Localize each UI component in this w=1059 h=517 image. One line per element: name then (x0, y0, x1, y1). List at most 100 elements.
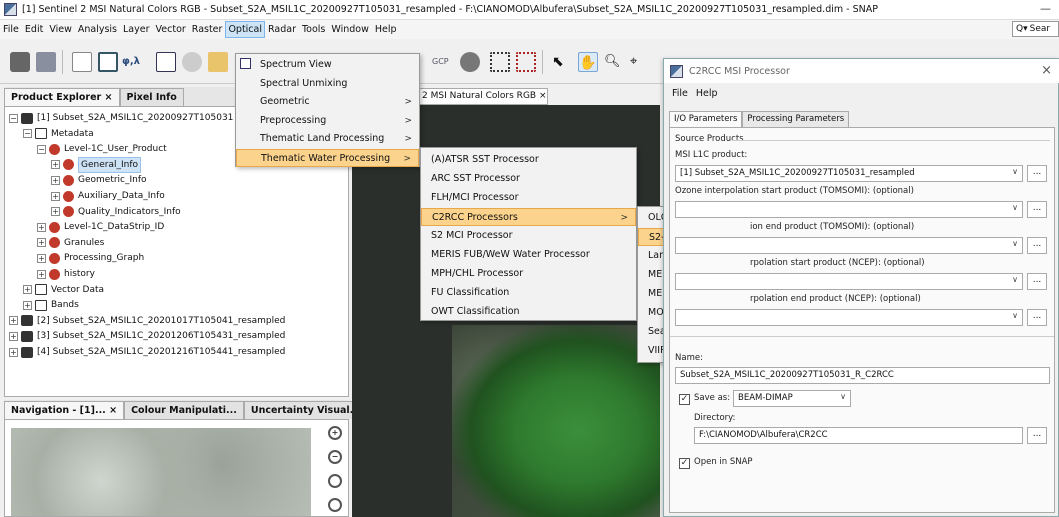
close-icon[interactable]: × (105, 92, 113, 103)
menu-item-mph-chl-processor[interactable]: MPH/CHL Processor (421, 265, 636, 283)
save-product-icon[interactable] (36, 52, 56, 72)
menu-raster[interactable]: Raster (189, 21, 226, 38)
select-tool-icon[interactable]: ⬉ (552, 52, 572, 72)
tab-pixel-info[interactable]: Pixel Info (119, 88, 184, 106)
expand-icon[interactable]: + (9, 347, 18, 357)
dialog-close-button[interactable]: × (1041, 63, 1052, 78)
menu-item-c2rcc-processors[interactable]: C2RCC Processors > (421, 208, 636, 226)
directory-field[interactable]: F:\CIANOMOD\Albufera\CR2CC (694, 427, 1023, 444)
menu-analysis[interactable]: Analysis (75, 21, 120, 38)
zoom-all-icon[interactable] (328, 474, 342, 488)
menu-item-flh-mci-processor[interactable]: FLH/MCI Processor (421, 189, 636, 207)
menu-item-spectrum-view[interactable]: Spectrum View (236, 56, 419, 74)
tab-product-explorer[interactable]: Product Explorer × (4, 88, 120, 106)
menu-layer[interactable]: Layer (120, 21, 153, 38)
satellite-image[interactable] (452, 325, 660, 517)
expand-icon[interactable]: + (51, 191, 60, 201)
menu-optical[interactable]: Optical (225, 21, 265, 38)
msi-product-browse-button[interactable]: ... (1027, 165, 1047, 182)
expand-icon[interactable]: + (23, 285, 32, 295)
statistics-icon[interactable] (208, 52, 228, 72)
tree-item[interactable]: + Geometric_Info (51, 173, 147, 187)
tree-item[interactable]: + Quality_Indicators_Info (51, 205, 181, 219)
gcp-icon[interactable]: GCP (432, 52, 452, 72)
expand-icon[interactable]: + (37, 222, 46, 232)
collapse-icon[interactable]: − (37, 144, 46, 154)
ncep-end-browse-button[interactable]: ... (1027, 309, 1047, 326)
tree-item[interactable]: + [4] Subset_S2A_MSIL1C_20201216T105441_r… (9, 345, 285, 359)
search-input[interactable]: Q▾ Sear (1012, 21, 1059, 37)
open-in-snap-checkbox[interactable]: ✓ (679, 458, 690, 469)
tab-navigation[interactable]: Navigation - [1]... × (4, 401, 125, 419)
menu-view[interactable]: View (46, 21, 75, 38)
save-as-format-select[interactable]: BEAM-DIMAP ∨ (733, 390, 851, 407)
mask-icon[interactable] (516, 52, 536, 72)
dialog-menu-file[interactable]: File (668, 88, 692, 99)
expand-icon[interactable]: + (23, 300, 32, 310)
tree-item[interactable]: + Auxiliary_Data_Info (51, 189, 165, 203)
zoom-pixel-icon[interactable] (328, 498, 342, 512)
tab-io-parameters[interactable]: I/O Parameters (669, 111, 743, 127)
tree-item[interactable]: − Metadata (23, 127, 94, 141)
tree-item[interactable]: + Processing_Graph (37, 251, 144, 265)
band-maths-icon[interactable]: φ,λ (122, 52, 152, 72)
menu-item-spectral-unmixing[interactable]: Spectral Unmixing (236, 75, 419, 93)
ozone-end-browse-button[interactable]: ... (1027, 237, 1047, 254)
collapse-icon[interactable]: − (9, 113, 18, 123)
menu-file[interactable]: File (0, 21, 22, 38)
tree-item[interactable]: − Level-1C_User_Product (37, 142, 167, 156)
menu-item-owt-classification[interactable]: OWT Classification (421, 303, 636, 321)
tab-colour-manipulation[interactable]: Colour Manipulati... (124, 401, 244, 419)
tree-item[interactable]: + Granules (37, 236, 104, 250)
expand-icon[interactable]: + (9, 331, 18, 341)
tree-item[interactable]: − [1] Subset_S2A_MSIL1C_20200927T105031 (9, 111, 233, 125)
expand-icon[interactable]: + (51, 175, 60, 185)
menu-item-thematic-land-processing[interactable]: Thematic Land Processing > (236, 130, 419, 148)
minimize-button[interactable]: — (1040, 2, 1051, 15)
expand-icon[interactable]: + (9, 316, 18, 326)
close-icon[interactable]: × (539, 91, 547, 101)
target-name-field[interactable]: Subset_S2A_MSIL1C_20200927T105031_R_C2RC… (675, 367, 1050, 384)
histogram-icon[interactable] (156, 52, 176, 72)
menu-window[interactable]: Window (328, 21, 371, 38)
tab-processing-parameters[interactable]: Processing Parameters (742, 111, 850, 127)
expand-icon[interactable]: + (51, 207, 60, 217)
ozone-start-browse-button[interactable]: ... (1027, 201, 1047, 218)
collapse-icon[interactable]: − (23, 129, 32, 139)
expand-icon[interactable]: + (51, 160, 60, 170)
spectrum-icon[interactable] (72, 52, 92, 72)
expand-icon[interactable]: + (37, 269, 46, 279)
zoom-in-icon[interactable]: + (328, 426, 342, 440)
ncep-start-select[interactable]: ∨ (675, 273, 1023, 290)
navigation-overview-image[interactable] (11, 428, 311, 516)
tree-item[interactable]: + Bands (23, 298, 79, 312)
pan-tool-icon[interactable]: ✋ (578, 52, 598, 72)
menu-item-arc-sst-processor[interactable]: ARC SST Processor (421, 170, 636, 188)
ozone-start-select[interactable]: ∨ (675, 201, 1023, 218)
grid-icon[interactable] (490, 52, 510, 72)
menu-radar[interactable]: Radar (265, 21, 299, 38)
open-product-icon[interactable] (10, 52, 30, 72)
tree-item[interactable]: + Vector Data (23, 283, 104, 297)
menu-help[interactable]: Help (372, 21, 400, 38)
close-icon[interactable]: × (109, 405, 117, 416)
tree-item[interactable]: + General_Info (51, 156, 142, 173)
edit-icon[interactable] (98, 52, 118, 72)
tab-image-view[interactable]: 2 MSI Natural Colors RGB × (418, 88, 548, 105)
menu-item-s2-mci-processor[interactable]: S2 MCI Processor (421, 227, 636, 245)
zoom-tool-icon[interactable]: 🔍︎ (604, 52, 624, 72)
tab-uncertainty-visualisation[interactable]: Uncertainty Visual... (243, 401, 368, 419)
ncep-end-select[interactable]: ∨ (675, 309, 1023, 326)
menu-item-fu-classification[interactable]: FU Classification (421, 284, 636, 302)
pin-icon[interactable] (460, 52, 480, 72)
menu-vector[interactable]: Vector (153, 21, 189, 38)
tree-item[interactable]: + [2] Subset_S2A_MSIL1C_20201017T105041_r… (9, 314, 285, 328)
menu-item-a-atsr-sst-processor[interactable]: (A)ATSR SST Processor (421, 151, 636, 169)
msi-product-select[interactable]: [1] Subset_S2A_MSIL1C_20200927T105031_re… (675, 165, 1023, 182)
directory-browse-button[interactable]: ... (1027, 427, 1047, 444)
tree-item[interactable]: + [3] Subset_S2A_MSIL1C_20201206T105431_r… (9, 329, 285, 343)
dialog-menu-help[interactable]: Help (692, 88, 722, 99)
tree-item[interactable]: + Level-1C_DataStrip_ID (37, 220, 164, 234)
menu-item-meris-fub-wew-water-processor[interactable]: MERIS FUB/WeW Water Processor (421, 246, 636, 264)
tree-item[interactable]: + history (37, 267, 95, 281)
